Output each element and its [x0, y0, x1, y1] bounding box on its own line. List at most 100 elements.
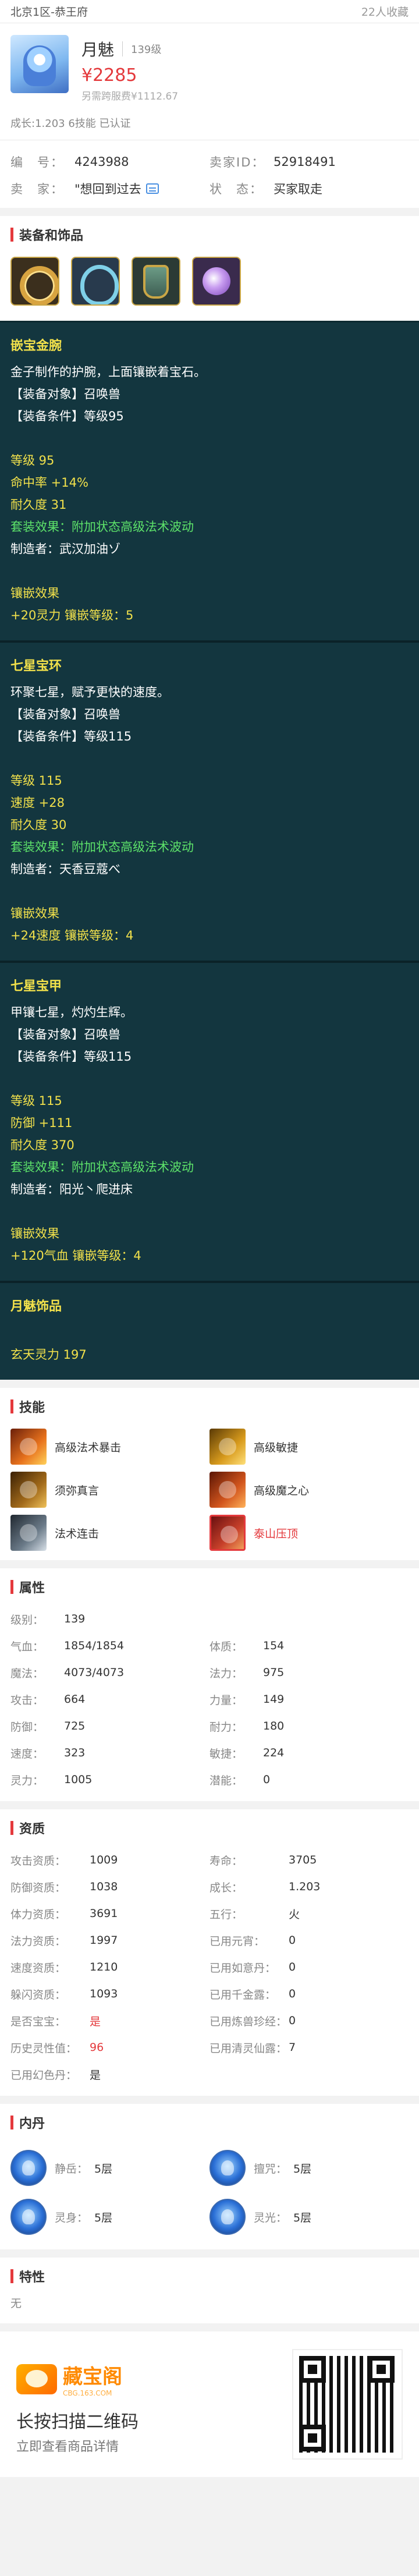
attribute-value: 149	[263, 1693, 285, 1706]
section-title: 特性	[19, 2270, 45, 2285]
neidan-name: 灵身：	[55, 2211, 88, 2224]
attribute-item: 耐力： 180	[210, 1713, 409, 1739]
status: 状 态： 买家取走	[210, 180, 409, 197]
aptitude-value: 0	[289, 1987, 296, 2000]
attribute-label: 耐力：	[210, 1720, 243, 1734]
neidan-item[interactable]: 擅咒： 5层	[210, 2143, 409, 2192]
skill-name: 法术连击	[55, 1527, 100, 1540]
aptitude-value: 是	[90, 2015, 101, 2028]
logo-icon	[16, 2364, 57, 2394]
attribute-label: 灵力：	[10, 1774, 44, 1787]
armor-icon[interactable]	[132, 257, 180, 306]
equip-target: 【装备对象】召唤兽	[10, 1027, 120, 1041]
lingguang-icon	[210, 2199, 246, 2235]
jingyue-icon	[10, 2150, 47, 2186]
skill-item[interactable]: 高级敏捷	[210, 1425, 409, 1468]
shanzhou-icon	[210, 2150, 246, 2186]
attribute-label: 敏捷：	[210, 1747, 243, 1760]
aptitude-label: 已用千金露：	[210, 1988, 276, 2001]
inlay-effect: +24速度 镶嵌等级：4	[10, 929, 134, 942]
aptitude-label: 防御资质：	[10, 1881, 66, 1894]
skill-name: 高级敏捷	[254, 1441, 299, 1454]
equip-set-effect: 套装效果：附加状态高级法术波动	[10, 520, 194, 534]
aptitude-label: 法力资质：	[10, 1934, 66, 1948]
attribute-value: 1854/1854	[64, 1639, 125, 1652]
attribute-item: 力量： 149	[210, 1686, 409, 1713]
agility-icon	[210, 1429, 246, 1465]
aptitude-item: 已用清灵仙露： 7	[210, 2034, 409, 2061]
accessory-name: 月魅饰品	[10, 1299, 62, 1314]
neidan-name: 灵光：	[254, 2211, 287, 2224]
topbar: 北京1区-恭王府 22人收藏	[0, 0, 419, 23]
section-accent	[10, 2116, 13, 2129]
site-logo: 藏宝阁 CBG.163.COM	[16, 2361, 122, 2397]
qr-finder	[299, 2356, 326, 2383]
aptitude-value: 0	[289, 1934, 296, 1947]
attribute-value: 0	[263, 1773, 271, 1786]
equip-maker: 制造者：阳光丶爬进床	[10, 1182, 133, 1196]
neidan-item[interactable]: 静岳： 5层	[10, 2143, 210, 2192]
aptitude-value: 1093	[90, 1987, 118, 2000]
skill-item[interactable]: 法术连击	[10, 1511, 210, 1554]
skill-item[interactable]: 须弥真言	[10, 1468, 210, 1511]
pet-level: 139级	[122, 41, 161, 56]
attribute-grid: 级别： 139 气血： 1854/1854 体质： 154 魔法： 4073/4073 法力： 9…	[0, 1606, 419, 1801]
qr-code[interactable]	[292, 2349, 403, 2460]
skill-name: 高级法术暴击	[55, 1441, 122, 1454]
section-accent	[10, 2269, 13, 2283]
aptitude-item: 寿命： 3705	[210, 1847, 409, 1873]
equip-panel: 七星宝甲 甲镶七星，灼灼生辉。 【装备对象】召唤兽 【装备条件】等级115 等级…	[0, 961, 419, 1281]
neidan-name: 擅咒：	[254, 2162, 287, 2175]
mountain-crush-icon	[210, 1515, 246, 1551]
neidan-grid: 静岳： 5层 擅咒： 5层 灵身： 5层 灵光： 5层	[0, 2141, 419, 2249]
pet-reference-price: 另需跨服费¥1112.67	[81, 91, 179, 102]
listing-id-label: 编 号：	[10, 155, 64, 169]
pet-avatar[interactable]	[10, 35, 69, 93]
aptitude-item: 五行： 火	[210, 1900, 409, 1927]
attribute-item: 攻击： 664	[10, 1686, 210, 1713]
aptitude-label: 五行：	[210, 1908, 243, 1921]
attribute-item: 速度： 323	[10, 1739, 210, 1766]
aptitude-label: 是否宝宝：	[10, 2015, 66, 2028]
favorites-count[interactable]: 22人收藏	[361, 3, 409, 19]
equip-durability: 耐久度 370	[10, 1138, 74, 1152]
aptitude-item: 历史灵性值： 96	[10, 2034, 210, 2061]
loop-icon[interactable]	[71, 257, 120, 306]
skill-name: 泰山压顶	[254, 1527, 299, 1540]
attribute-value: 154	[263, 1639, 285, 1652]
ring-icon[interactable]	[10, 257, 59, 306]
attribute-label: 攻击：	[10, 1693, 44, 1707]
equip-icons	[0, 253, 419, 321]
aptitude-item: 是否宝宝： 是	[10, 2007, 210, 2034]
equip-name: 七星宝甲	[10, 979, 62, 994]
attribute-item: 潜能： 0	[210, 1766, 409, 1793]
attribute-value: 180	[263, 1720, 285, 1732]
section-accent	[10, 228, 13, 242]
page: 北京1区-恭王府 22人收藏 月魅 139级 ¥2285 另需跨服费¥1112.…	[0, 0, 419, 2576]
aptitude-label: 体力资质：	[10, 1908, 66, 1921]
neidan-item[interactable]: 灵光： 5层	[210, 2192, 409, 2241]
attribute-item	[210, 1606, 409, 1632]
logo-cn: 藏宝阁	[63, 2365, 122, 2389]
skill-item[interactable]: 高级法术暴击	[10, 1425, 210, 1468]
pet-name-row: 月魅 139级	[81, 37, 178, 61]
traits-heading: 特性	[0, 2258, 419, 2295]
aptitude-item	[210, 2061, 409, 2088]
spell-combo-icon	[10, 1515, 47, 1551]
equip-set-effect: 套装效果：附加状态高级法术波动	[10, 840, 194, 854]
section-accent	[10, 1399, 13, 1413]
aptitude-item: 攻击资质： 1009	[10, 1847, 210, 1873]
skill-item[interactable]: 泰山压顶	[210, 1511, 409, 1554]
listing-id-value: 4243988	[74, 155, 129, 169]
aptitude-value: 1038	[90, 1880, 118, 1893]
skill-item[interactable]: 高级魔之心	[210, 1468, 409, 1511]
neidan-heading: 内丹	[0, 2104, 419, 2141]
chat-icon[interactable]	[145, 183, 159, 194]
orb-icon[interactable]	[192, 257, 241, 306]
skills-block: 技能 高级法术暴击 高级敏捷 须弥真言 高级魔之心 法术连击 泰山压顶	[0, 1388, 419, 1560]
seller-label: 卖 家：	[10, 182, 64, 196]
neidan-item[interactable]: 灵身： 5层	[10, 2192, 210, 2241]
